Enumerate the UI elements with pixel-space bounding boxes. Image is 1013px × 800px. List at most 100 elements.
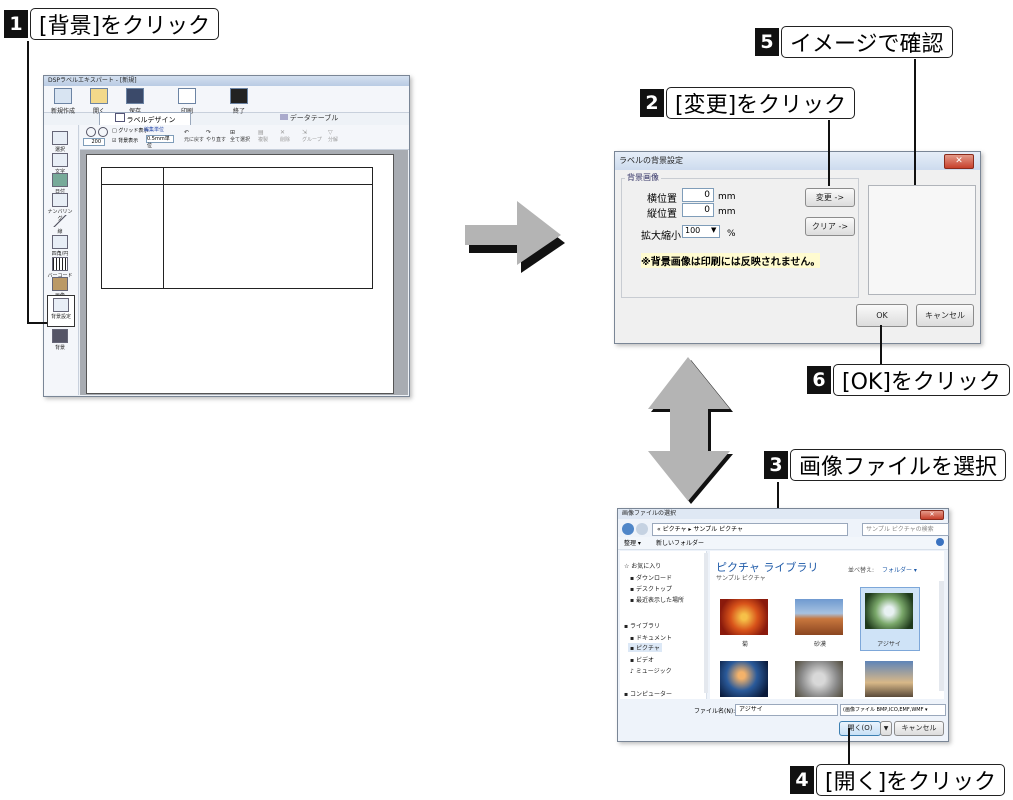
tab-data-label: データテーブル	[289, 114, 339, 122]
nav-item-music[interactable]: ♪ ミュージック	[630, 666, 672, 675]
forward-icon[interactable]	[636, 523, 648, 535]
horiz-label: 横位置	[647, 194, 677, 205]
sort-label: 並べ替え:	[848, 567, 875, 574]
nav-item-pictures[interactable]: ▪ ピクチャ	[628, 643, 662, 652]
label-canvas[interactable]	[86, 154, 394, 394]
clear-button[interactable]: クリア ->	[805, 217, 855, 236]
filename-input[interactable]: アジサイ	[735, 704, 838, 716]
zoom-select[interactable]: 200	[83, 138, 105, 146]
bg-note: ※背景画像は印刷には反映されません。	[641, 253, 821, 268]
nav-item-documents[interactable]: ▪ ドキュメント	[630, 633, 672, 642]
ungroup-button[interactable]: ▽ 分解	[328, 129, 338, 143]
bg-preview-box	[868, 185, 976, 295]
date-icon	[52, 173, 68, 187]
tool-bg-setting[interactable]: 背景設定	[47, 295, 75, 327]
label-table-vline	[163, 167, 164, 289]
thumb-jellyfish[interactable]	[720, 661, 768, 697]
file-dialog-close-icon[interactable]: ✕	[920, 510, 944, 520]
bg-label: 背景表示	[118, 138, 139, 144]
nav-item-videos[interactable]: ▪ ビデオ	[630, 655, 654, 664]
back-icon[interactable]	[622, 523, 634, 535]
new-folder-button[interactable]: 新しいフォルダー	[656, 538, 704, 547]
select-icon	[52, 131, 68, 145]
callout-3-number: 3	[764, 451, 788, 479]
vert-unit: mm	[718, 207, 736, 217]
file-dialog-title: 画像ファイルの選択	[618, 509, 948, 519]
delete-button[interactable]: ✕ 削除	[280, 129, 290, 143]
tool-background[interactable]: 背景	[47, 327, 73, 357]
numbering-icon	[52, 193, 68, 207]
sort-dropdown[interactable]: フォルダー ▾	[882, 565, 917, 574]
callout-4-number: 4	[790, 766, 814, 794]
filter-select[interactable]: (画像ファイル BMP,ICO,EMF,WMF ▾	[840, 704, 946, 716]
nav-item-recent[interactable]: ▪ 最近表示した場所	[630, 595, 684, 604]
new-file-icon	[54, 88, 72, 104]
cancel-button[interactable]: キャンセル	[916, 304, 974, 327]
organize-button[interactable]: 整理 ▾	[624, 538, 641, 547]
rect-circle-icon	[52, 235, 68, 249]
unit-select[interactable]: 0.5mm単位	[146, 135, 174, 149]
thumb-hydrangea[interactable]	[865, 593, 913, 629]
bg-checkbox[interactable]: ☑ 背景表示	[112, 137, 138, 144]
nav-item-downloads[interactable]: ▪ ダウンロード	[630, 573, 672, 582]
callout-1-leader-v	[27, 41, 29, 324]
nav-pictures-label: ピクチャ	[635, 645, 660, 652]
flow-arrow-bidirectional	[648, 357, 733, 504]
toolbar-open-button[interactable]: 開く	[84, 88, 114, 115]
vert-field[interactable]: 0	[682, 203, 714, 217]
group-button[interactable]: ⇲ グループ	[302, 129, 322, 143]
nav-item-desktop[interactable]: ▪ デスクトップ	[630, 584, 672, 593]
nav-libraries-label: ライブラリ	[629, 623, 660, 630]
toolbar-print-button[interactable]: 印刷	[172, 88, 202, 115]
nav-item-libraries[interactable]: ▪ ライブラリ	[624, 621, 660, 630]
redo-button[interactable]: ↷ やり直す	[206, 129, 226, 143]
scale-dropdown-arrow[interactable]: ▼	[711, 226, 716, 234]
thumb-lighthouse[interactable]	[865, 661, 913, 697]
undo-label: 元に戻す	[184, 137, 205, 143]
open-button[interactable]: 開く(O)	[839, 721, 881, 736]
toolbar-exit-button[interactable]: 終了	[224, 88, 254, 115]
tab-data-table[interactable]: データテーブル	[264, 113, 354, 124]
nav-item-favorites[interactable]: ☆ お気に入り	[624, 561, 661, 570]
bg-dialog-title: ラベルの背景設定	[615, 152, 980, 170]
vert-label: 縦位置	[647, 209, 677, 220]
help-icon[interactable]	[936, 538, 944, 546]
ok-button[interactable]: OK	[856, 304, 908, 327]
callout-4: 4 [開く]をクリック	[790, 763, 1006, 797]
tab-label-design[interactable]: ラベルデザイン	[99, 112, 191, 126]
copy-button[interactable]: ▤ 複製	[258, 129, 268, 143]
thumb-koala[interactable]	[795, 661, 843, 697]
select-all-button[interactable]: ⊞ 全て選択	[230, 129, 250, 143]
address-bar[interactable]: « ピクチャ ▸ サンプル ピクチャ	[652, 523, 848, 536]
breadcrumb: « ピクチャ ▸ サンプル ピクチャ	[657, 526, 744, 533]
barcode-icon	[52, 257, 68, 271]
thumb-desert-label: 砂漠	[813, 641, 826, 648]
undo-button[interactable]: ↶ 元に戻す	[184, 129, 204, 143]
thumb-desert[interactable]	[795, 599, 843, 635]
zoom-out-icon[interactable]	[98, 127, 108, 137]
side-toolbar: 選択 文字 日付 ナンバリング 線 四角/円 バーコード 画像 背景設定 背景	[44, 125, 79, 395]
toolbar-new-button[interactable]: 新規作成	[48, 88, 78, 115]
thumb-chrysanthemum[interactable]	[720, 599, 768, 635]
scale-label: 拡大縮小	[641, 231, 681, 242]
file-cancel-button[interactable]: キャンセル	[894, 721, 944, 736]
design-icon	[114, 113, 125, 122]
search-input[interactable]: サンプル ピクチャの検索	[862, 523, 949, 536]
horiz-field[interactable]: 0	[682, 188, 714, 202]
nav-computer-label: コンピューター	[629, 691, 672, 698]
unit-label: 編集単位	[144, 127, 165, 133]
change-button[interactable]: 変更 ->	[805, 188, 855, 207]
toolbar-save-button[interactable]: 保存	[120, 88, 150, 115]
label-table-frame	[101, 167, 373, 289]
zoom-in-icon[interactable]	[86, 127, 96, 137]
callout-5-number: 5	[755, 28, 779, 56]
close-icon[interactable]: ✕	[944, 154, 974, 169]
nav-item-computer[interactable]: ▪ コンピューター	[624, 689, 672, 698]
nav-scrollbar[interactable]	[704, 553, 708, 693]
content-scrollbar[interactable]	[939, 581, 944, 691]
nav-recent-label: 最近表示した場所	[635, 597, 684, 604]
callout-1: 1 [背景]をクリック	[4, 7, 220, 41]
grid-checkbox[interactable]: □ グリッド表示	[112, 127, 148, 134]
line-icon	[53, 215, 67, 227]
open-dropdown-arrow[interactable]: ▼	[880, 721, 892, 736]
